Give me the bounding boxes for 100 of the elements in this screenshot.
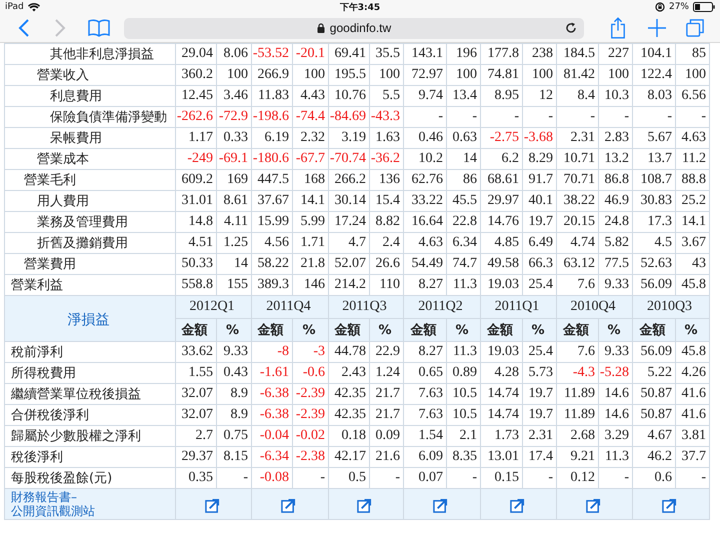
table-cell: 2.83 — [598, 128, 632, 148]
table-cell: 4.43 — [292, 86, 328, 106]
table-cell: 33.62 — [176, 342, 216, 362]
row-label: 繼續營業單位稅後損益 — [4, 384, 176, 404]
table-cell: 86 — [446, 170, 480, 190]
table-cell: -8 — [252, 342, 292, 362]
table-cell: 100 — [216, 64, 252, 86]
external-link-icon[interactable] — [662, 498, 677, 513]
table-cell: 42.17 — [328, 446, 370, 468]
battery-percent: 27% — [668, 2, 689, 12]
table-cell: 10.3 — [598, 86, 632, 106]
table-cell: 9.74 — [404, 86, 446, 106]
table-cell: 14.8 — [176, 212, 216, 232]
lock-icon — [316, 23, 325, 33]
table-cell: 5.73 — [522, 362, 556, 384]
table-cell: 1.17 — [176, 128, 216, 148]
table-cell: 100 — [446, 64, 480, 86]
table-cell: 43 — [676, 254, 710, 274]
table-cell: 6.56 — [676, 86, 710, 106]
table-cell: 6.34 — [446, 232, 480, 254]
table-cell: 46.2 — [632, 446, 676, 468]
table-cell: -43.3 — [370, 106, 404, 128]
external-link-icon[interactable] — [586, 498, 600, 513]
row-label: 保險負債準備淨變動 — [4, 106, 176, 128]
table-cell: 17.24 — [328, 212, 370, 232]
table-cell: 11.89 — [556, 384, 598, 404]
reload-icon[interactable] — [565, 22, 577, 34]
table-cell: 11.3 — [446, 342, 480, 362]
table-cell: 85 — [676, 44, 710, 64]
table-cell: 14.74 — [480, 384, 522, 404]
table-cell: 1.71 — [292, 232, 328, 254]
table-cell: 6.2 — [480, 148, 522, 170]
table-cell: 15.99 — [252, 212, 292, 232]
external-link-icon[interactable] — [204, 498, 220, 513]
table-cell: 42.35 — [328, 384, 370, 404]
external-link-icon[interactable] — [510, 498, 524, 513]
table-cell: 4.11 — [216, 212, 252, 232]
table-cell: 8.03 — [632, 86, 676, 106]
table-cell: 52.63 — [632, 254, 676, 274]
column-header: 2012Q1 — [176, 296, 252, 318]
table-cell: 62.76 — [404, 170, 446, 190]
table-cell: 3.19 — [328, 128, 370, 148]
address-bar[interactable]: goodinfo.tw — [124, 18, 584, 38]
table-cell: 24.8 — [598, 212, 632, 232]
tabs-icon[interactable] — [686, 19, 704, 37]
row-label: 所得稅費用 — [4, 362, 176, 384]
table-cell: 30.83 — [632, 190, 676, 212]
section-title-link[interactable]: 淨損益 — [68, 312, 110, 328]
table-cell: 35.5 — [370, 44, 404, 64]
table-cell: 266.2 — [328, 170, 370, 190]
table-cell: 5.22 — [632, 362, 676, 384]
table-cell: -198.6 — [252, 106, 292, 128]
table-cell: 4.67 — [632, 426, 676, 446]
table-cell: 32.07 — [176, 404, 216, 426]
row-label: 呆帳費用 — [4, 128, 176, 148]
external-link-icon[interactable] — [281, 498, 296, 513]
column-header: % — [370, 318, 404, 342]
table-cell: 9.33 — [598, 342, 632, 362]
plus-icon[interactable] — [648, 19, 666, 37]
column-header: 金額 — [176, 318, 216, 342]
table-cell: 77.5 — [598, 254, 632, 274]
table-cell: 21.8 — [292, 254, 328, 274]
table-cell: 21.7 — [370, 404, 404, 426]
table-cell: 447.5 — [252, 170, 292, 190]
table-cell: 2.31 — [522, 426, 556, 446]
share-icon[interactable] — [610, 17, 626, 39]
external-link-icon[interactable] — [433, 498, 448, 513]
table-cell: -6.38 — [252, 404, 292, 426]
row-label: 歸屬於少數股權之淨利 — [4, 426, 176, 446]
column-header: 2011Q4 — [252, 296, 328, 318]
table-cell: 2.7 — [176, 426, 216, 446]
table-cell: 3.29 — [598, 426, 632, 446]
table-cell: 5.67 — [632, 128, 676, 148]
table-cell: 6.09 — [404, 446, 446, 468]
table-cell: 12 — [522, 86, 556, 106]
table-cell: 42.35 — [328, 404, 370, 426]
table-cell: 9.33 — [216, 342, 252, 362]
table-cell: 168 — [292, 170, 328, 190]
table-cell: 2.43 — [328, 362, 370, 384]
back-icon[interactable] — [18, 18, 30, 38]
table-cell: 37.7 — [676, 446, 710, 468]
table-cell: 227 — [598, 44, 632, 64]
table-cell: -3.68 — [522, 128, 556, 148]
table-cell: 0.09 — [370, 426, 404, 446]
table-cell: 4.5 — [632, 232, 676, 254]
table-cell: 88.8 — [676, 170, 710, 190]
row-label: 營業毛利 — [4, 170, 176, 190]
table-cell: 66.3 — [522, 254, 556, 274]
table-cell: 14.1 — [292, 190, 328, 212]
table-cell: 2.32 — [292, 128, 328, 148]
external-link-icon[interactable] — [357, 498, 372, 513]
column-header: 金額 — [556, 318, 598, 342]
table-cell: 50.33 — [176, 254, 216, 274]
bookmarks-book-icon[interactable] — [88, 19, 110, 37]
table-cell: 54.49 — [404, 254, 446, 274]
table-cell: - — [598, 106, 632, 128]
table-cell: 2.68 — [556, 426, 598, 446]
table-cell: 238 — [522, 44, 556, 64]
table-cell: 68.61 — [480, 170, 522, 190]
table-cell: -2.39 — [292, 404, 328, 426]
